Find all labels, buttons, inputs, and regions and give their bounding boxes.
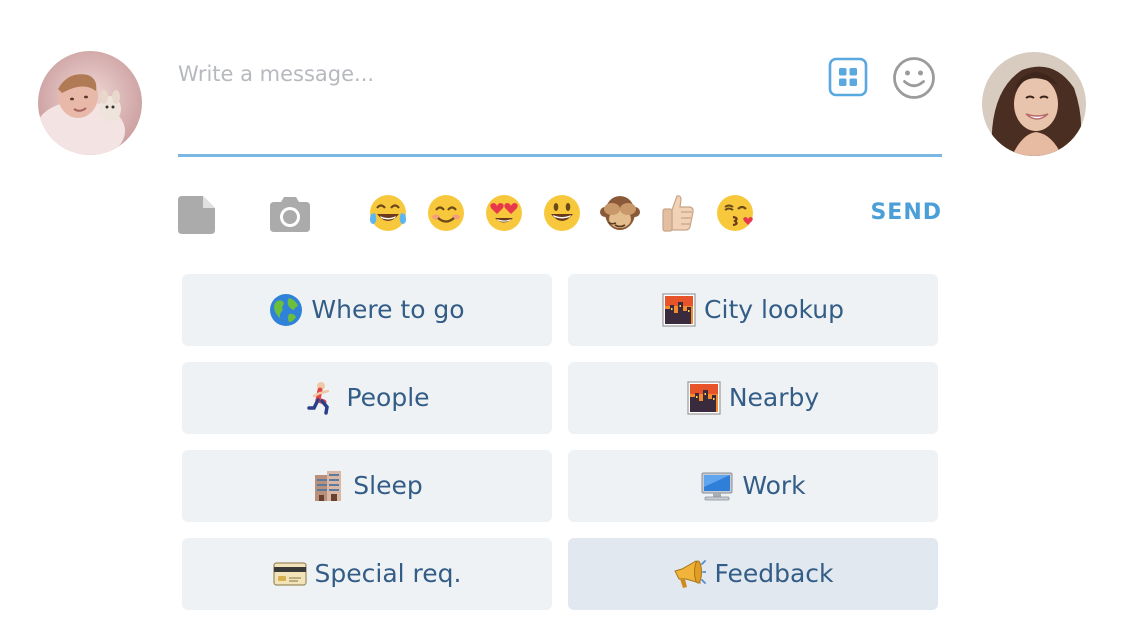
heart-eyes-emoji-icon	[486, 195, 522, 231]
quick-reply-sleep[interactable]: Sleep	[182, 450, 552, 522]
credit-card-icon	[272, 562, 307, 586]
quick-reply-label: City lookup	[704, 295, 844, 324]
quick-reply-people[interactable]: People	[182, 362, 552, 434]
quick-reply-label: People	[346, 383, 430, 412]
globe-icon	[270, 294, 303, 326]
city-sunset-icon	[687, 381, 721, 415]
attach-file-button[interactable]	[178, 196, 215, 234]
file-icon	[178, 196, 215, 234]
joy-emoji-button[interactable]	[367, 192, 409, 234]
quick-reply-label: Sleep	[353, 471, 423, 500]
quick-reply-city-lookup[interactable]: City lookup	[568, 274, 938, 346]
send-button[interactable]: SEND	[870, 198, 942, 228]
grin-emoji-button[interactable]	[541, 192, 583, 234]
quick-reply-label: Where to go	[311, 295, 465, 324]
see-no-evil-monkey-emoji-icon	[600, 196, 640, 230]
composer-toolbar: SEND	[178, 192, 942, 236]
quick-reply-where-to-go[interactable]: Where to go	[182, 274, 552, 346]
quick-reply-label: Special req.	[314, 559, 462, 588]
message-input[interactable]	[178, 54, 798, 94]
hotel-icon	[315, 471, 342, 501]
grin-emoji-icon	[544, 195, 580, 231]
smile-emoji-button[interactable]	[425, 192, 467, 234]
quick-reply-feedback[interactable]: Feedback	[568, 538, 938, 610]
contact-avatar[interactable]	[982, 52, 1086, 156]
camera-button[interactable]	[270, 196, 310, 232]
runner-icon	[307, 382, 330, 415]
thumbs-up-emoji-icon	[662, 195, 694, 232]
joy-emoji-icon	[370, 195, 406, 231]
emoji-picker-button[interactable]	[892, 56, 936, 100]
smiley-icon	[893, 57, 935, 99]
quick-reply-nearby[interactable]: Nearby	[568, 362, 938, 434]
computer-icon	[701, 472, 733, 501]
apps-grid-button[interactable]	[828, 57, 868, 97]
camera-icon	[270, 197, 310, 232]
quick-reply-label: Nearby	[728, 383, 820, 412]
thumbs-up-emoji-button[interactable]	[657, 192, 699, 234]
smile-emoji-icon	[428, 195, 464, 231]
message-composer	[178, 48, 942, 158]
megaphone-icon	[674, 560, 707, 588]
quick-reply-special-req[interactable]: Special req.	[182, 538, 552, 610]
see-no-evil-monkey-emoji-button[interactable]	[599, 192, 641, 234]
quick-reply-label: Work	[742, 471, 806, 500]
kiss-emoji-icon	[717, 195, 753, 231]
kiss-emoji-button[interactable]	[715, 192, 757, 234]
chat-composer: SEND Where to go City lookup	[0, 0, 1132, 630]
quick-reply-label: Feedback	[714, 559, 834, 588]
apps-grid-icon	[828, 57, 868, 97]
input-underline	[178, 154, 942, 157]
city-sunset-icon	[662, 293, 696, 327]
user-avatar[interactable]	[38, 51, 142, 155]
quick-reply-work[interactable]: Work	[568, 450, 938, 522]
heart-eyes-emoji-button[interactable]	[483, 192, 525, 234]
